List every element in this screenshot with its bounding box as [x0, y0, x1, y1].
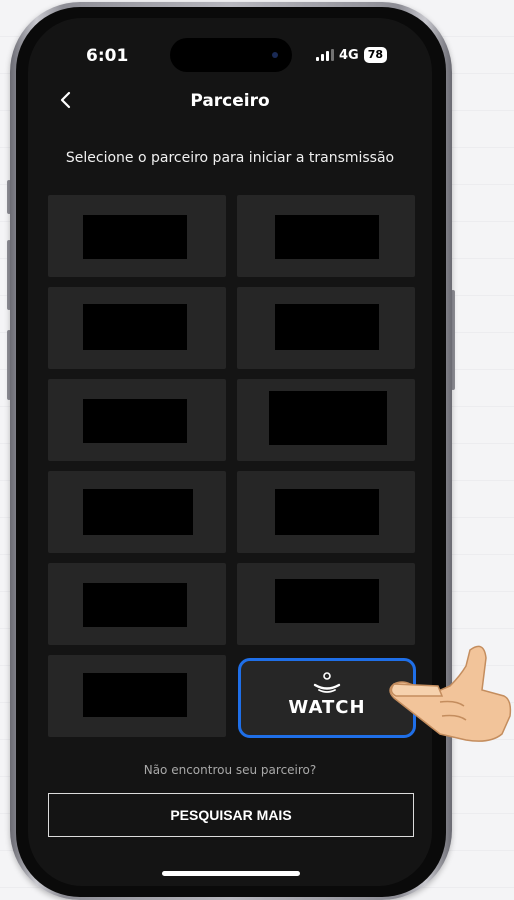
pointing-hand-icon: [389, 645, 512, 742]
instruction-text: Selecione o parceiro para iniciar a tran…: [65, 150, 395, 166]
redacted-logo: [275, 579, 379, 623]
phone-screen: 6:01 4G 78 Parceiro Selecione o parceiro…: [28, 18, 432, 886]
status-indicators: 4G 78: [316, 47, 388, 63]
signal-icon: [316, 49, 334, 61]
search-more-button[interactable]: PESQUISAR MAIS: [48, 793, 414, 837]
network-type: 4G: [339, 47, 359, 63]
partner-tile[interactable]: [237, 287, 415, 369]
page-title: Parceiro: [190, 91, 270, 111]
redacted-logo: [83, 673, 187, 717]
redacted-logo: [83, 215, 187, 259]
help-text: Não encontrou seu parceiro?: [143, 763, 317, 777]
partner-tile[interactable]: [237, 379, 415, 461]
partner-tile[interactable]: [237, 563, 415, 645]
battery-icon: 78: [363, 47, 388, 63]
partner-tile[interactable]: [237, 195, 415, 277]
partner-tile[interactable]: [48, 471, 226, 553]
partner-tile[interactable]: [48, 287, 226, 369]
redacted-logo: [269, 391, 387, 445]
redacted-logo: [83, 583, 187, 627]
camera-icon: [272, 52, 278, 58]
partner-tile[interactable]: [48, 563, 226, 645]
partner-tile[interactable]: [237, 471, 415, 553]
redacted-logo: [83, 399, 187, 443]
status-time: 6:01: [86, 46, 129, 66]
redacted-logo: [275, 304, 379, 350]
partner-tile[interactable]: [48, 195, 226, 277]
partner-tile[interactable]: [48, 655, 226, 737]
redacted-logo: [275, 215, 379, 259]
redacted-logo: [275, 489, 379, 535]
dynamic-island: [170, 38, 292, 72]
redacted-logo: [83, 304, 187, 350]
partner-tile[interactable]: [48, 379, 226, 461]
home-indicator[interactable]: [162, 871, 300, 876]
redacted-logo: [83, 489, 193, 535]
